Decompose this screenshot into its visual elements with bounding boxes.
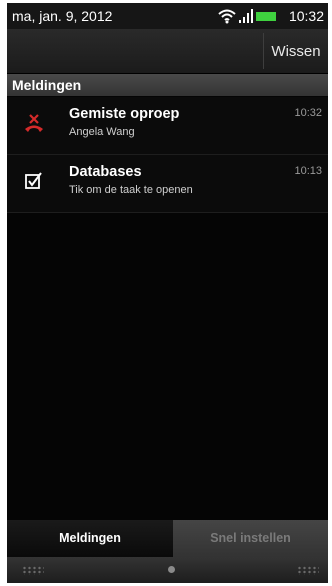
- wifi-icon: [218, 9, 236, 24]
- bottom-tabs: Meldingen Snel instellen: [7, 520, 328, 557]
- notification-panel: ma, jan. 9, 2012 10:32 Wissen Meldingen: [7, 3, 328, 583]
- task-checkbox-icon: [25, 172, 42, 189]
- status-date: ma, jan. 9, 2012: [12, 8, 113, 24]
- signal-icon: [239, 9, 253, 23]
- drag-handle-icon[interactable]: [168, 566, 175, 573]
- notification-time: 10:32: [294, 107, 322, 119]
- battery-icon: [256, 12, 276, 21]
- notification-subtitle: Angela Wang: [69, 126, 135, 138]
- section-header: Meldingen: [7, 74, 328, 96]
- tab-meldingen[interactable]: Meldingen: [7, 520, 173, 557]
- notification-time: 10:13: [294, 165, 322, 177]
- action-bar: Wissen: [7, 29, 328, 74]
- grip-dots-icon: [297, 566, 319, 575]
- panel-drag-bar[interactable]: [7, 557, 328, 583]
- status-time: 10:32: [288, 8, 324, 24]
- clear-button[interactable]: Wissen: [264, 29, 328, 73]
- status-icons: [218, 8, 276, 24]
- notification-databases[interactable]: Databases Tik om de taak te openen 10:13: [7, 155, 328, 213]
- missed-call-icon: [25, 114, 43, 132]
- status-bar: ma, jan. 9, 2012 10:32: [7, 3, 328, 29]
- notification-title: Gemiste oproep: [69, 106, 180, 122]
- notification-title: Databases: [69, 164, 142, 180]
- notification-subtitle: Tik om de taak te openen: [69, 184, 193, 196]
- notification-missed-call[interactable]: Gemiste oproep Angela Wang 10:32: [7, 97, 328, 155]
- tab-snel-instellen[interactable]: Snel instellen: [173, 520, 328, 557]
- grip-dots-icon: [22, 566, 44, 575]
